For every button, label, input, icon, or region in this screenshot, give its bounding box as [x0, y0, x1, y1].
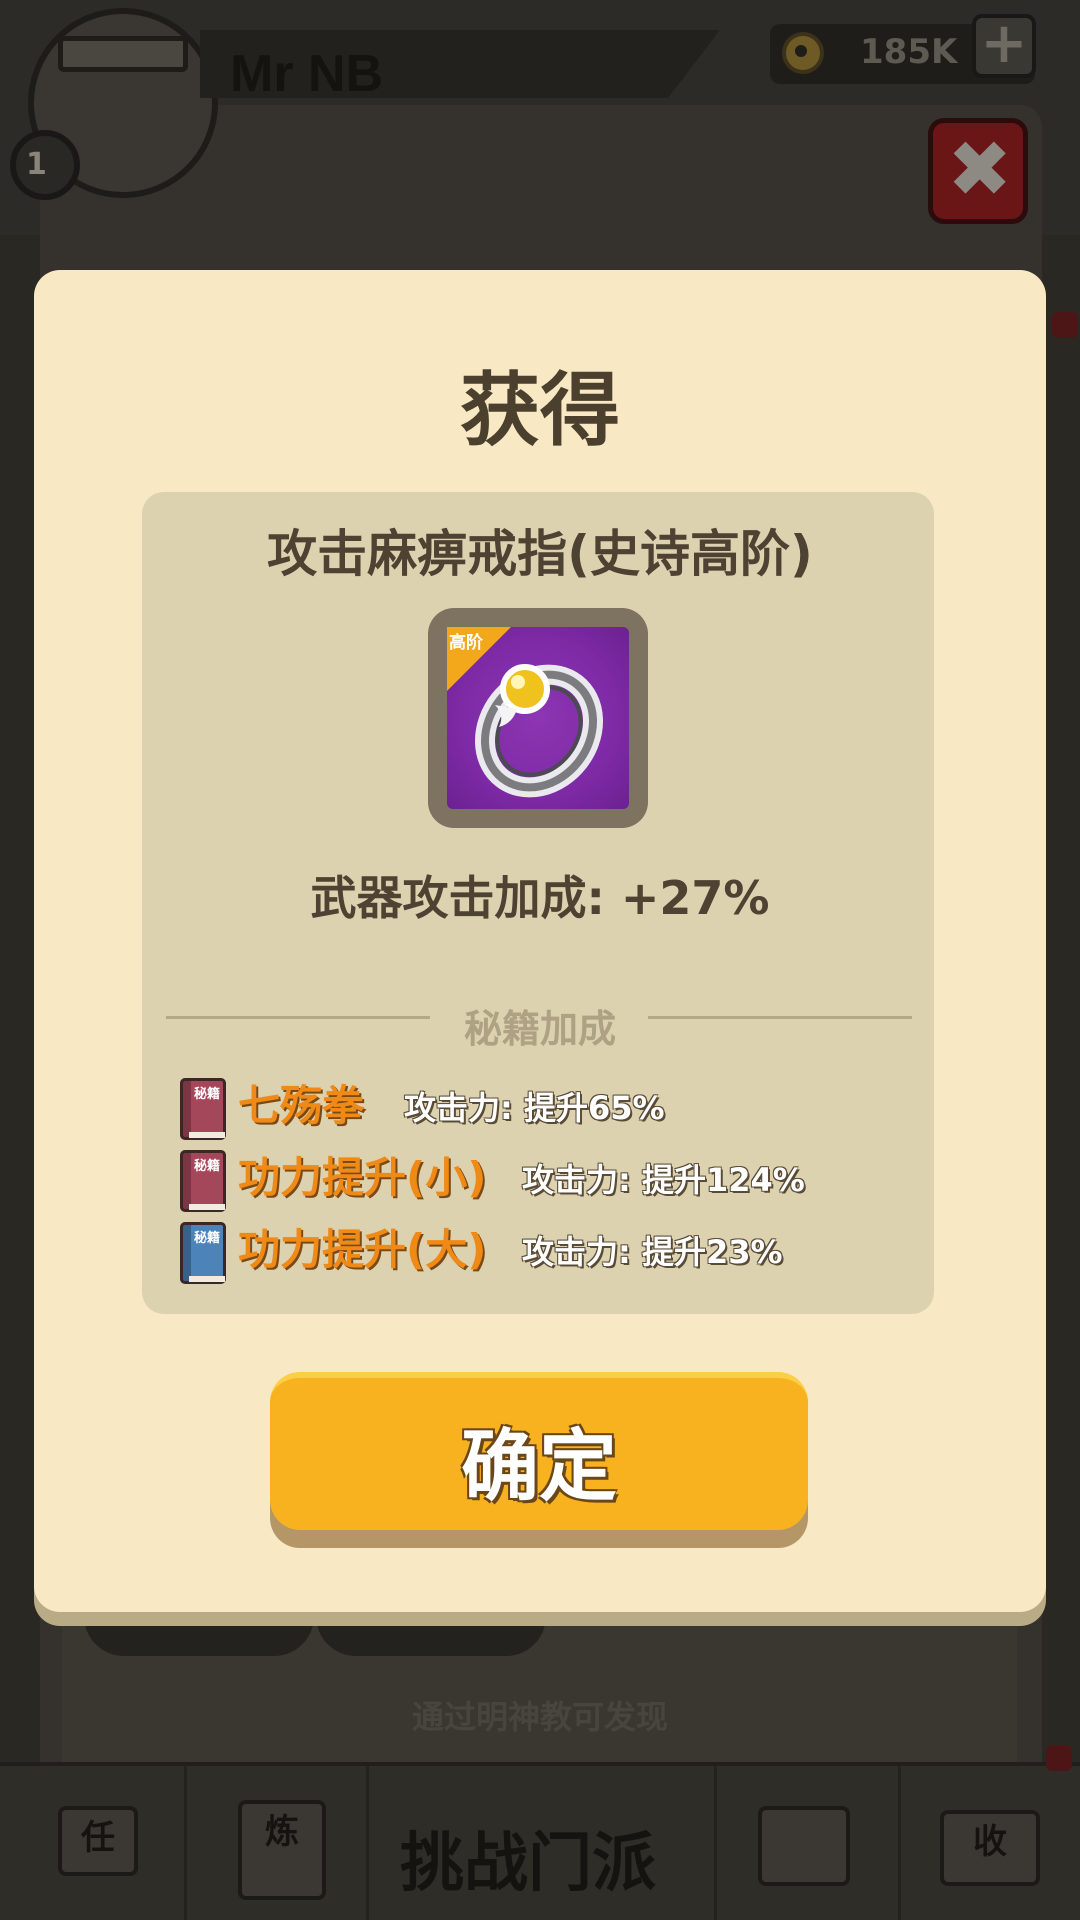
item-stat: 武器攻击加成: +27% [310, 871, 770, 925]
bonus-row: 秘籍 七殇拳 攻击力: 提升65% [180, 1078, 900, 1140]
coin-count: 185K [860, 32, 958, 72]
bonus-name: 功力提升(小) [238, 1153, 487, 1202]
notification-badge [1052, 312, 1078, 338]
background-hint-text: 通过明神教可发现 [411, 1698, 668, 1736]
nav-divider [714, 1766, 717, 1920]
nav-divider [366, 1766, 369, 1920]
bonus-effect: 攻击力: 提升65% [404, 1089, 665, 1127]
headband-icon [58, 36, 188, 72]
bonus-effect: 攻击力: 提升124% [522, 1161, 805, 1199]
book-label: 秘籍 [193, 1231, 220, 1246]
bonus-row: 秘籍 功力提升(小) 攻击力: 提升124% [180, 1150, 900, 1212]
player-name: Mr NB [230, 45, 384, 103]
notification-badge [1046, 1745, 1072, 1771]
close-button[interactable]: ✖ [928, 118, 1028, 224]
item-name: 攻击麻痹戒指(史诗高阶) [267, 525, 813, 583]
secret-book-icon: 秘籍 [180, 1150, 226, 1212]
add-coins-button: + [972, 14, 1036, 78]
nav-divider [184, 1766, 187, 1920]
coin-icon [782, 32, 824, 74]
bonus-name: 七殇拳 [238, 1081, 365, 1130]
bonus-name: 功力提升(大) [238, 1225, 487, 1274]
confirm-button-label[interactable]: 确定 [270, 1404, 808, 1516]
book-label: 秘籍 [193, 1087, 220, 1102]
nav-house-icon [758, 1806, 850, 1886]
nav-refine-icon: 炼 [238, 1800, 326, 1900]
nav-collect-label: 收 [973, 1822, 1007, 1862]
nav-divider [898, 1766, 901, 1920]
close-x-icon: ✖ [947, 125, 1013, 215]
bonus-effect: 攻击力: 提升23% [522, 1233, 783, 1271]
nav-task-label: 任 [81, 1818, 115, 1858]
book-label: 秘籍 [193, 1159, 220, 1174]
section-heading: 秘籍加成 [463, 1007, 616, 1051]
nav-challenge-label: 挑战门派 [400, 1827, 656, 1901]
nav-collect-icon: 收 [940, 1810, 1040, 1886]
tier-tag: 高阶 [449, 633, 483, 653]
nav-task-icon: 任 [58, 1806, 138, 1876]
modal-title: 获得 [460, 364, 620, 457]
bonus-row: 秘籍 功力提升(大) 攻击力: 提升23% [180, 1222, 900, 1284]
secret-book-icon: 秘籍 [180, 1222, 226, 1284]
secret-book-icon: 秘籍 [180, 1078, 226, 1140]
nav-refine-label: 炼 [265, 1812, 299, 1852]
player-level-badge: 1 [10, 130, 80, 200]
